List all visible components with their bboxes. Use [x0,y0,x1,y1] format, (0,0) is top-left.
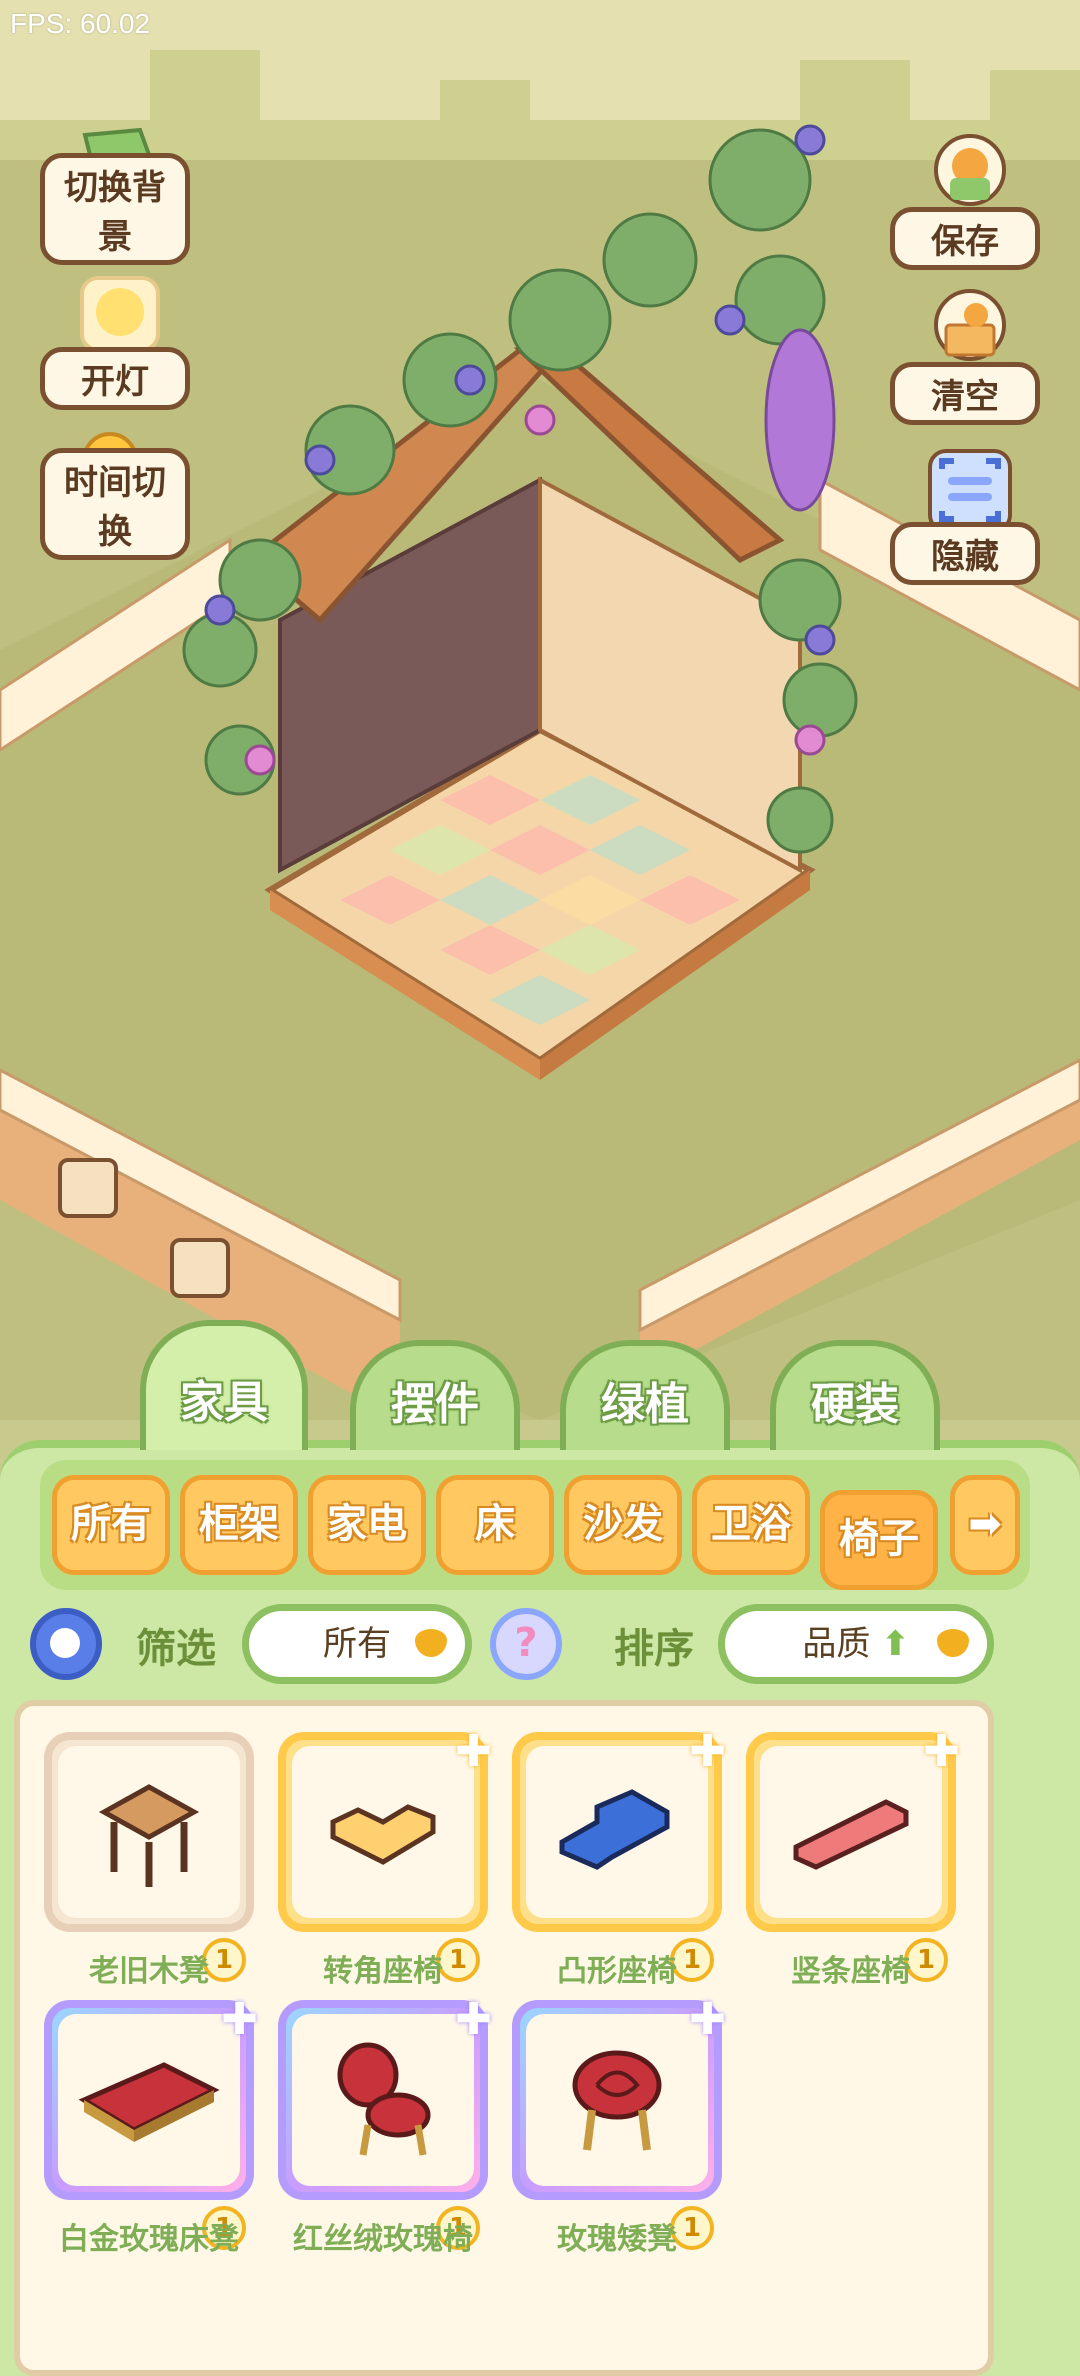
subtab-all[interactable]: 所有 [52,1475,170,1575]
item-name: 红丝绒玫瑰椅 [293,2222,473,2257]
time-switch-label: 时间切换 [40,448,190,560]
item-card[interactable]: ✚ 1 红丝绒玫瑰椅 [278,1994,492,2260]
plus-icon: ✚ [455,1726,492,1777]
item-name: 竖条座椅 [791,1954,911,1989]
plus-icon: ✚ [689,1726,726,1777]
item-card[interactable]: ✚ 1 竖条座椅 [746,1726,960,1992]
plus-icon: ✚ [689,1994,726,2045]
filter-value: 所有 [323,1624,391,1664]
switch-background-button[interactable]: 切换背景 [40,125,190,265]
item-card[interactable]: ✚ 1 转角座椅 [278,1726,492,1992]
item-card[interactable]: ✚ 1 凸形座椅 [512,1726,726,1992]
item-card[interactable]: ✚ 1 玫瑰矮凳 [512,1994,726,2260]
item-card[interactable]: 1 老旧木凳 [44,1732,254,1992]
light-toggle-label: 开灯 [40,347,190,410]
wooden-stool-icon [98,1784,200,1887]
subtab-bathroom[interactable]: 卫浴 [692,1475,810,1575]
switch-background-label: 切换背景 [40,153,190,265]
clear-label: 清空 [890,362,1040,425]
help-icon[interactable]: ? [490,1608,562,1680]
convex-seat-icon [559,1789,670,1870]
sort-label: 排序 [614,1626,694,1672]
filter-dropdown[interactable]: 所有 [242,1604,472,1684]
item-name: 白金玫瑰床凳 [59,2222,239,2257]
bench-seat-icon [793,1799,909,1870]
item-name: 转角座椅 [323,1954,443,1989]
corner-seat-icon [330,1804,436,1865]
clear-button[interactable]: 清空 [890,285,1040,425]
sort-up-arrow-icon: ⬆ [881,1624,910,1664]
plus-icon: ✚ [221,1994,258,2045]
item-card[interactable]: ✚ 1 白金玫瑰床凳 [44,1994,258,2260]
item-name: 凸形座椅 [557,1954,677,1989]
velvet-rose-chair-icon [337,2042,431,2156]
save-label: 保存 [890,207,1040,270]
subtab-next-arrow-icon[interactable]: ➡ [950,1475,1020,1575]
rose-stool-icon [572,2050,662,2151]
sort-dropdown[interactable]: 品质 ⬆ [718,1604,994,1684]
tab-furniture[interactable]: 家具 [140,1320,308,1450]
tab-plants[interactable]: 绿植 [560,1340,730,1450]
filter-row: 筛选 所有 ? 排序 品质 ⬆ [0,1600,1080,1690]
plus-icon: ✚ [923,1726,960,1777]
hide-label: 隐藏 [890,522,1040,585]
fps-counter: FPS: 60.02 [10,8,151,39]
item-name: 老旧木凳 [89,1954,209,1989]
plus-icon: ✚ [455,1994,492,2045]
tab-ornaments[interactable]: 摆件 [350,1340,520,1450]
subtab-beds[interactable]: 床 [436,1475,554,1575]
subtab-sofas[interactable]: 沙发 [564,1475,682,1575]
dropdown-arrow-icon [937,1629,969,1657]
dropdown-arrow-icon [415,1629,447,1657]
time-switch-button[interactable]: 时间切换 [40,420,190,560]
sort-value: 品质 [802,1624,871,1664]
subtab-chairs[interactable]: 椅子 [820,1490,938,1590]
filter-label: 筛选 [136,1626,216,1672]
subtab-cabinets[interactable]: 柜架 [180,1475,298,1575]
tab-hardware[interactable]: 硬装 [770,1340,940,1450]
hide-button[interactable]: 隐藏 [890,445,1040,585]
light-toggle-button[interactable]: 开灯 [40,270,190,410]
search-icon[interactable] [30,1608,102,1680]
subtab-appliances[interactable]: 家电 [308,1475,426,1575]
save-button[interactable]: 保存 [890,130,1040,270]
item-name: 玫瑰矮凳 [557,2222,677,2257]
rose-bench-icon [78,2062,220,2142]
